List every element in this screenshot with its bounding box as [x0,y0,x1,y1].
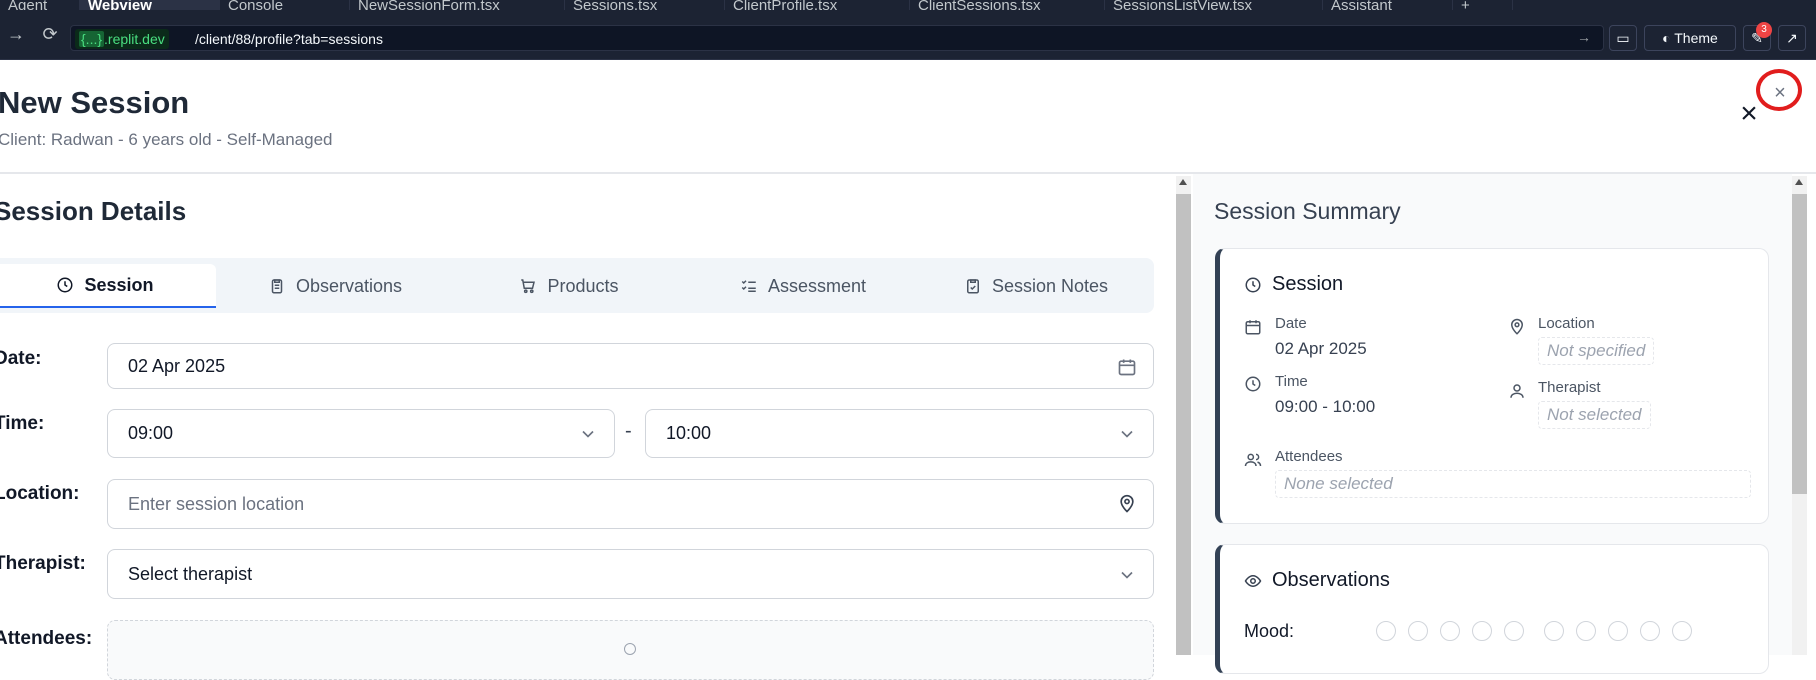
mood-option[interactable] [1504,621,1524,641]
scroll-up-arrow-icon[interactable] [1795,179,1803,185]
close-icon[interactable]: × [1735,99,1763,129]
clock-icon [1245,277,1261,292]
url-host: {...} .replit.dev [75,29,169,49]
cart-icon [521,279,536,294]
mood-option[interactable] [1440,621,1460,641]
summary-time-label: Time [1275,373,1308,390]
chevron-down-icon [582,430,594,438]
dialog-subtitle: Client: Radwan - 6 years old - Self-Mana… [0,130,333,149]
theme-button[interactable]: ◐ Theme [1644,25,1736,51]
tab-assessment[interactable]: Assessment [688,264,918,308]
scrollbar-thumb[interactable] [1176,194,1191,655]
ide-tab-agent[interactable]: Agent [0,0,80,10]
summary-date-value: 02 Apr 2025 [1275,339,1367,358]
clock-icon [57,277,73,293]
checklist-icon [741,280,756,292]
summary-scrollbar[interactable] [1792,176,1807,655]
time-separator: - [625,420,632,442]
ide-tab-clientsessions[interactable]: ClientSessions.tsx [910,0,1105,10]
date-label: Date: [0,348,42,369]
form-scrollbar[interactable] [1176,176,1191,655]
date-input[interactable]: 02 Apr 2025 [107,343,1154,389]
loading-icon [624,643,636,655]
summary-therapist-value: Not selected [1538,401,1651,429]
summary-date-label: Date [1275,315,1307,332]
forward-arrow-icon[interactable]: → [4,22,28,46]
ide-tab-assistant[interactable]: Assistant [1323,0,1453,10]
ide-tab-clientprofile[interactable]: ClientProfile.tsx [725,0,910,10]
mood-option[interactable] [1472,621,1492,641]
mood-option[interactable] [1544,621,1564,641]
tab-observations[interactable]: Observations [220,264,450,308]
users-icon [1244,453,1262,467]
chevron-down-icon [1121,430,1133,438]
tab-session-notes[interactable]: Session Notes [922,264,1150,308]
start-time-select[interactable]: 09:00 [107,409,615,458]
summary-attendees-label: Attendees [1275,448,1343,465]
summary-title: Session Summary [1214,198,1401,224]
section-title: Session Details [0,196,187,226]
attendees-picker[interactable] [107,620,1154,680]
session-card-title: Session [1244,273,1343,296]
summary-location-label: Location [1538,315,1595,332]
summary-therapist-label: Therapist [1538,379,1601,396]
ide-tab-bar: Agent Webview Console NewSessionForm.tsx… [0,0,1816,10]
url-path: /client/88/profile?tab=sessions [195,31,383,47]
time-label: Time: [0,413,45,434]
map-pin-icon [1120,494,1134,513]
calendar-icon [1245,320,1261,335]
devtools-icon[interactable]: ✎ 3 [1743,22,1772,51]
summary-location-value: Not specified [1538,337,1655,365]
summary-time-value: 09:00 - 10:00 [1275,397,1376,416]
notification-badge: 3 [1756,22,1772,38]
mood-option[interactable] [1576,621,1596,641]
url-bar[interactable]: {...} .replit.dev /client/88/profile?tab=… [70,25,1604,51]
ide-tab-console[interactable]: Console [220,0,350,10]
ide-tab-sessions[interactable]: Sessions.tsx [565,0,725,10]
ide-tab-sessionslistview[interactable]: SessionsListView.tsx [1105,0,1323,10]
mood-option[interactable] [1672,621,1692,641]
dialog-title: New Session [0,85,190,120]
open-new-window-icon[interactable]: ↗ [1778,25,1806,51]
ide-new-tab-button[interactable]: + [1453,0,1513,10]
clock-icon [1245,376,1261,392]
scrollbar-thumb[interactable] [1792,194,1807,494]
calendar-icon[interactable] [1117,357,1137,377]
mood-option[interactable] [1376,621,1396,641]
mood-label: Mood: [1244,621,1295,641]
end-time-select[interactable]: 10:00 [645,409,1154,458]
highlight-circle [1756,69,1802,111]
user-icon [1510,384,1524,398]
ide-tab-newsessionform[interactable]: NewSessionForm.tsx [350,0,565,10]
map-pin-icon [1510,318,1524,335]
attendees-label: Attendees: [0,628,93,649]
location-label: Location: [0,483,80,504]
mood-option[interactable] [1640,621,1660,641]
therapist-select[interactable]: Select therapist [107,549,1154,599]
clipboard-icon [271,279,283,294]
devices-icon[interactable]: ▭ [1609,25,1637,51]
notes-icon [966,279,979,294]
tab-session[interactable]: Session [0,264,216,308]
therapist-label: Therapist: [0,553,86,574]
tab-products[interactable]: Products [454,264,684,308]
mood-option[interactable] [1408,621,1428,641]
reload-icon[interactable]: ⟳ [38,22,62,46]
webview-toolbar: → ⟳ {...} .replit.dev /client/88/profile?… [0,10,1816,60]
form-tabs: Session Observations Products Assessment… [0,258,1154,313]
eye-icon [1244,574,1262,587]
scroll-up-arrow-icon[interactable] [1179,179,1187,185]
ide-tab-webview[interactable]: Webview [80,0,220,10]
summary-attendees-value: None selected [1275,470,1751,498]
session-summary-card: Session Date 02 Apr 2025 Time 09:00 - 10… [1215,248,1769,524]
location-input[interactable]: Enter session location [107,479,1154,529]
go-arrow-icon[interactable]: → [1577,29,1591,45]
observations-card-title: Observations [1244,569,1390,592]
mood-option[interactable] [1608,621,1628,641]
chevron-down-icon [1121,571,1133,579]
